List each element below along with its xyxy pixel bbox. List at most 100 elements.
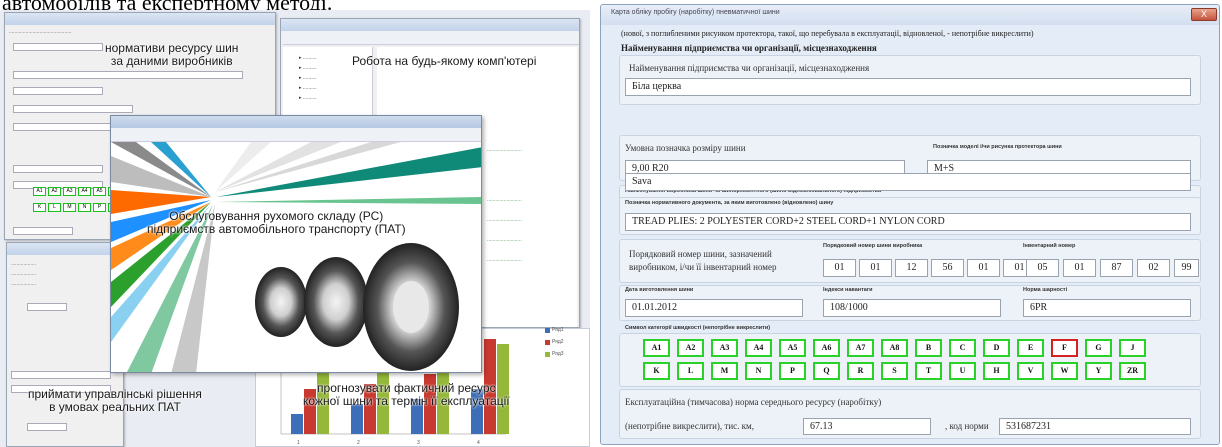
tire-small [255, 267, 307, 337]
speed-category-button[interactable]: A2 [677, 339, 704, 357]
norms-field-8[interactable] [13, 227, 73, 235]
explorer-line: ......................... [487, 257, 522, 263]
speed-category-button[interactable]: G [1085, 339, 1112, 357]
speed-category-button[interactable]: E [1017, 339, 1044, 357]
inventory-digit[interactable]: 01 [1063, 259, 1096, 277]
speed-category-button[interactable]: M [711, 362, 738, 380]
speed-category-button[interactable]: A3 [711, 339, 738, 357]
tire-large-rim [393, 281, 429, 333]
calculation-fine-text: .................. [11, 281, 37, 287]
ply-field[interactable]: 6PR [1023, 299, 1191, 317]
norms-field-3[interactable] [13, 87, 103, 95]
close-button[interactable]: X [1191, 8, 1217, 21]
speed-category-button[interactable]: A7 [847, 339, 874, 357]
maker-serial-digit[interactable]: 01 [967, 259, 1000, 277]
calculation-field-1[interactable] [11, 371, 111, 379]
speed-category-button[interactable]: S [881, 362, 908, 380]
legend-swatch [545, 328, 550, 333]
calculation-field-3[interactable] [27, 423, 67, 431]
speed-category-button[interactable]: H [983, 362, 1010, 380]
speed-category-button[interactable]: A8 [881, 339, 908, 357]
norms-field-2[interactable] [13, 71, 243, 79]
speed-category-button[interactable]: P [779, 362, 806, 380]
explorer-window-titlebar [281, 19, 579, 31]
date-label: Дата виготовлення шини [625, 287, 694, 293]
speed-category-button[interactable]: V [1017, 362, 1044, 380]
norms-window-titlebar [5, 13, 275, 25]
norms-field-6[interactable] [13, 165, 103, 173]
speed-category-button[interactable]: U [949, 362, 976, 380]
ply-label: Норма шарності [1023, 287, 1068, 293]
speed-category-button[interactable]: A1 [643, 339, 670, 357]
speed-category-button[interactable]: R [847, 362, 874, 380]
speed-category-button[interactable]: A6 [813, 339, 840, 357]
maker-serial-digit[interactable]: 56 [931, 259, 964, 277]
chart-bar [291, 414, 303, 434]
norm-unit-label: (непотрібне викреслити), тис. км, [625, 421, 754, 431]
tree-line: ▸ .......... [299, 65, 317, 71]
org-label: Найменування підприємства чи організації… [629, 63, 870, 73]
norms-field-1[interactable] [13, 43, 103, 51]
tree-line: ▸ .......... [299, 75, 317, 81]
mini-button-p[interactable]: P [93, 203, 106, 212]
explorer-toolbar [283, 33, 579, 45]
speed-category-button[interactable]: N [745, 362, 772, 380]
org-field[interactable]: Біла церква [625, 78, 1191, 96]
any-computer-caption: Робота на будь-якому комп'ютері [352, 54, 537, 68]
mini-button-m[interactable]: M [63, 203, 76, 212]
speed-category-button[interactable]: Q [813, 362, 840, 380]
norm-field[interactable]: 67.13 [803, 418, 931, 435]
inventory-digit[interactable]: 02 [1137, 259, 1170, 277]
explorer-line: ......................... [487, 197, 522, 203]
calculation-fine-text: .................. [11, 261, 37, 267]
speed-category-button[interactable]: D [983, 339, 1010, 357]
speed-panel [619, 333, 1201, 387]
inventory-digit[interactable]: 05 [1026, 259, 1059, 277]
speed-category-button[interactable]: F [1051, 339, 1078, 357]
speed-category-button[interactable]: A4 [745, 339, 772, 357]
inventory-digit[interactable]: 87 [1100, 259, 1133, 277]
speed-category-button[interactable]: Y [1085, 362, 1112, 380]
mini-button-n[interactable]: N [78, 203, 91, 212]
maker-serial-digit[interactable]: 12 [895, 259, 928, 277]
norms-field-4[interactable] [13, 105, 133, 113]
forecast-caption: прогнозувати фактичний ресурс кожної шин… [303, 381, 510, 408]
mini-button-a2[interactable]: A2 [48, 187, 61, 196]
norm-code-field[interactable]: 531687231 [999, 418, 1191, 435]
mini-button-a4[interactable]: A4 [78, 187, 91, 196]
inventory-digit[interactable]: 99 [1174, 259, 1199, 277]
chart-tick-label: 2 [357, 440, 360, 446]
date-field[interactable]: 01.01.2012 [625, 299, 803, 317]
speed-category-button[interactable]: L [677, 362, 704, 380]
explorer-line: ......................... [487, 217, 522, 223]
tire-card-titlebar: Карта обліку пробігу (наробітку) пневмат… [601, 5, 1219, 25]
doc-field[interactable]: TREAD PLIES: 2 POLYESTER CORD+2 STEEL CO… [625, 213, 1191, 231]
mini-button-a5[interactable]: A5 [93, 187, 106, 196]
load-field[interactable]: 108/1000 [823, 299, 1001, 317]
speed-category-button[interactable]: J [1119, 339, 1146, 357]
maker-value-field[interactable]: Sava [625, 173, 1191, 191]
chart-bar [351, 404, 363, 434]
legend-item: Ряд2 [552, 339, 564, 345]
doc-label: Позначка нормативного документа, за яким… [625, 200, 834, 206]
mini-button-a1[interactable]: A1 [33, 187, 46, 196]
speed-category-button[interactable]: C [949, 339, 976, 357]
legend-swatch [545, 340, 550, 345]
inventory-label: Інвентарний номер [1023, 243, 1076, 249]
maker-serial-digit[interactable]: 01 [859, 259, 892, 277]
tree-line: ▸ .......... [299, 95, 317, 101]
mini-button-l[interactable]: L [48, 203, 61, 212]
mini-button-a3[interactable]: A3 [63, 187, 76, 196]
speed-category-button[interactable]: K [643, 362, 670, 380]
speed-category-button[interactable]: B [915, 339, 942, 357]
tire-service-titlebar [111, 116, 481, 128]
calculation-button[interactable] [27, 303, 67, 311]
speed-category-button[interactable]: A5 [779, 339, 806, 357]
speed-category-button[interactable]: W [1051, 362, 1078, 380]
maker-serial-digit[interactable]: 01 [823, 259, 856, 277]
calculation-window-titlebar [7, 243, 123, 255]
speed-category-button[interactable]: T [915, 362, 942, 380]
speed-category-button[interactable]: ZR [1119, 362, 1146, 380]
mini-button-k[interactable]: K [33, 203, 46, 212]
form-subtitle: (нової, з поглибленими рисунком протекто… [621, 29, 1034, 38]
